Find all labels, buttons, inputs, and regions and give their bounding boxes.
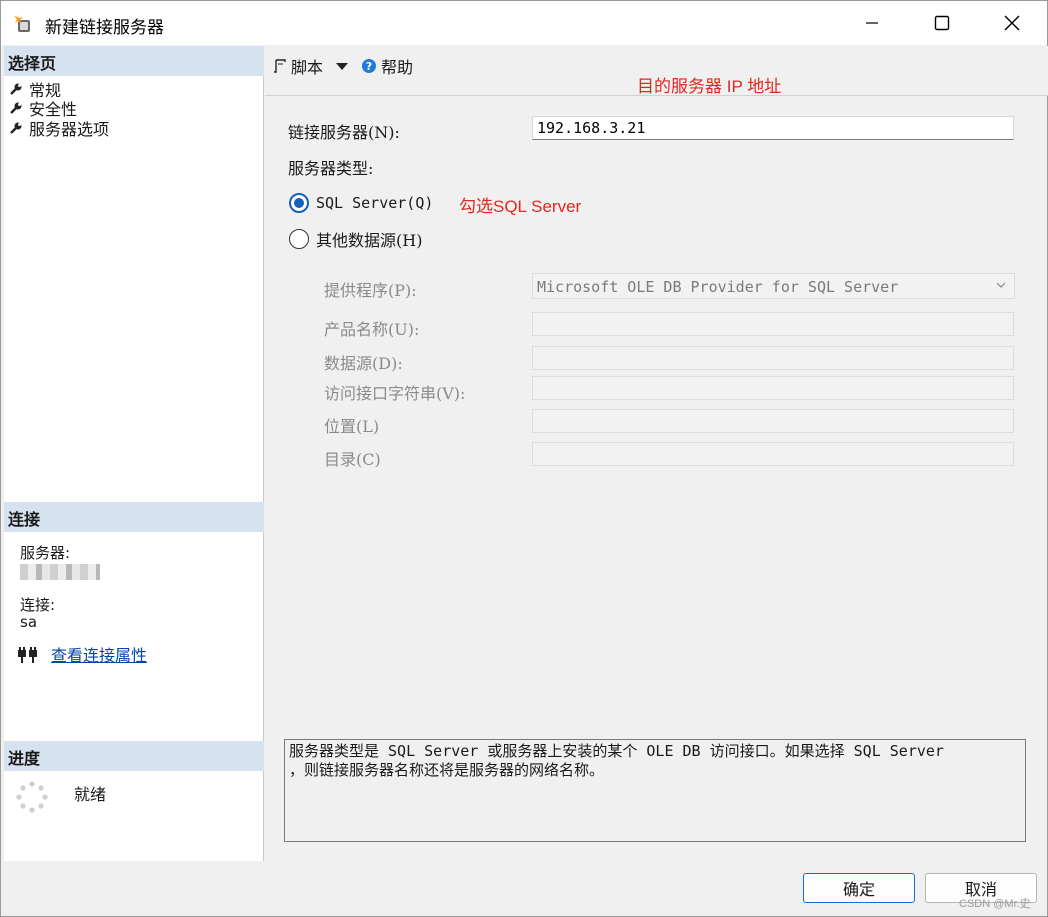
wrench-icon: [10, 122, 22, 134]
title-bar: 新建链接服务器: [1, 1, 1047, 45]
help-label: 帮助: [381, 58, 414, 77]
script-label: 脚本: [291, 58, 324, 77]
data-source-label: 数据源(D):: [324, 354, 403, 373]
view-connection-properties[interactable]: 查看连接属性: [17, 642, 147, 666]
chevron-down-icon[interactable]: [335, 61, 349, 71]
radio-sql-server[interactable]: SQL Server(Q): [289, 193, 433, 213]
maximize-icon: [934, 15, 950, 31]
close-button[interactable]: [977, 1, 1047, 45]
view-connection-properties-link[interactable]: 查看连接属性: [51, 642, 147, 666]
svg-text:?: ?: [366, 60, 372, 73]
script-icon: [274, 59, 286, 73]
radio-other-data-source[interactable]: 其他数据源(H): [289, 227, 422, 251]
help-button[interactable]: ? 帮助: [361, 54, 413, 78]
chevron-down-icon: [996, 282, 1006, 288]
radio-dot: [294, 198, 304, 208]
description-box: 服务器类型是 SQL Server 或服务器上安装的某个 OLE DB 访问接口…: [284, 739, 1026, 842]
help-icon: ?: [362, 59, 376, 73]
provider-select-value: Microsoft OLE DB Provider for SQL Server: [537, 278, 899, 296]
watermark: CSDN @Mr.史: [959, 898, 1031, 910]
annotation-target-ip: 目的服务器 IP 地址: [637, 77, 782, 96]
radio-button-selected[interactable]: [289, 193, 309, 213]
connection-header: 连接: [4, 502, 264, 532]
location-input[interactable]: [532, 409, 1014, 433]
radio-other-label: 其他数据源(H): [316, 231, 423, 250]
window-title: 新建链接服务器: [45, 18, 164, 38]
progress-status: 就绪: [74, 785, 107, 804]
progress-spinner-icon: [16, 781, 48, 813]
radio-button-unselected[interactable]: [289, 229, 309, 249]
progress-header: 进度: [4, 741, 264, 771]
linked-server-label: 链接服务器(N):: [288, 123, 400, 142]
nav-item-server-options[interactable]: 服务器选项: [9, 118, 110, 139]
linked-server-app-icon: [14, 14, 30, 32]
script-button[interactable]: 脚本: [273, 54, 349, 78]
minimize-icon: [866, 22, 878, 24]
catalog-input[interactable]: [532, 442, 1014, 466]
plug-icon: [18, 647, 37, 663]
select-page-header: 选择页: [4, 46, 264, 76]
connection-value: sa: [20, 613, 38, 631]
server-type-label: 服务器类型:: [288, 159, 374, 178]
connection-label: 连接:: [20, 596, 56, 614]
radio-sql-server-label: SQL Server(Q): [316, 194, 434, 212]
ok-button[interactable]: 确定: [803, 873, 915, 903]
data-source-input[interactable]: [532, 346, 1014, 370]
product-name-input[interactable]: [532, 312, 1014, 336]
left-panel: 选择页 常规 安全性 服务器选项 连接 服务器: 连接: sa 查看连接属性 进…: [4, 46, 264, 861]
annotation-select-sql-server: 勾选SQL Server: [459, 197, 582, 216]
close-icon: [1004, 15, 1020, 31]
catalog-label: 目录(C): [324, 450, 381, 469]
location-label: 位置(L): [324, 417, 380, 436]
new-linked-server-dialog: 新建链接服务器 选择页 常规 安全性 服务器选项 连接 服务器: 连接: sa: [0, 0, 1048, 917]
product-name-label: 产品名称(U):: [324, 320, 420, 339]
wrench-icon: [10, 102, 22, 114]
nav-item-server-options-label: 服务器选项: [29, 120, 110, 139]
provider-string-label: 访问接口字符串(V):: [324, 384, 466, 403]
provider-label: 提供程序(P):: [324, 281, 417, 300]
provider-select[interactable]: Microsoft OLE DB Provider for SQL Server: [532, 273, 1015, 299]
linked-server-input[interactable]: [532, 116, 1014, 140]
redacted-server-name: [20, 564, 100, 580]
wrench-icon: [10, 83, 22, 95]
server-label: 服务器:: [20, 544, 71, 562]
provider-string-input[interactable]: [532, 376, 1014, 400]
minimize-button[interactable]: [837, 1, 907, 45]
nav-item-security[interactable]: 安全性: [9, 98, 77, 119]
maximize-button[interactable]: [907, 1, 977, 45]
